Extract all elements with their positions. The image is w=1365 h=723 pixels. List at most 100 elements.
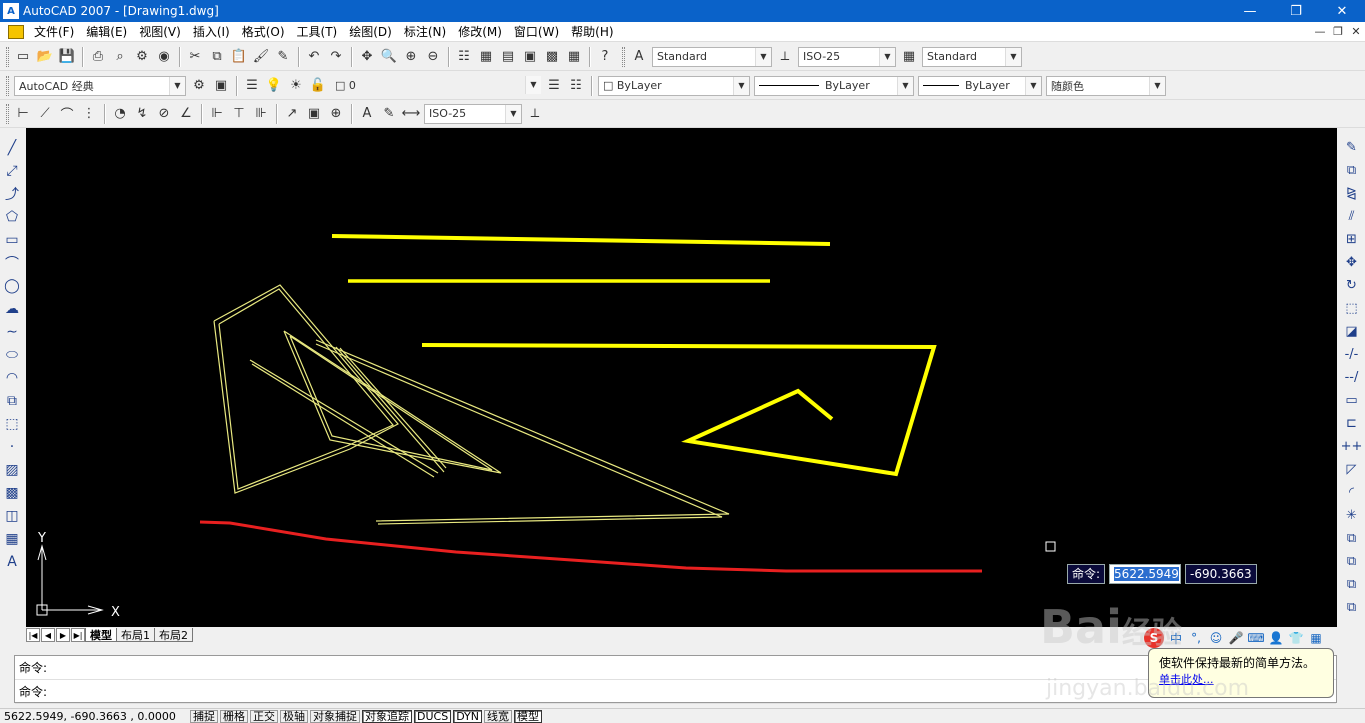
- next-tab-icon[interactable]: ▶: [56, 628, 70, 642]
- ellipse-arc-icon[interactable]: ◠: [2, 367, 22, 388]
- menu-insert[interactable]: 插入(I): [187, 23, 236, 40]
- plot-style-select[interactable]: 随颜色 ▼: [1046, 75, 1166, 96]
- menu-window[interactable]: 窗口(W): [508, 23, 565, 40]
- chevron-down-icon[interactable]: ▼: [879, 47, 895, 66]
- zoom-window-icon[interactable]: ⊕: [401, 47, 421, 67]
- explode-icon[interactable]: ✳: [1342, 505, 1362, 526]
- quick-leader-icon[interactable]: ↗: [282, 104, 302, 124]
- last-tab-icon[interactable]: ▶|: [71, 628, 85, 642]
- cut-icon[interactable]: ✂: [185, 47, 205, 67]
- ime-punctuation-icon[interactable]: °,: [1188, 630, 1204, 646]
- dim-style-select-2[interactable]: ISO-25 ▼: [424, 103, 522, 124]
- publish-icon[interactable]: ⚙: [132, 47, 152, 67]
- draworder-back-icon[interactable]: ⧉: [1342, 551, 1362, 572]
- mline-long-triangle[interactable]: [249, 359, 439, 474]
- radius-dim-icon[interactable]: ◔: [110, 104, 130, 124]
- mline-group[interactable]: [213, 284, 730, 525]
- mline-wedge-b[interactable]: [315, 343, 723, 525]
- dynamic-input-x[interactable]: 5622.5949: [1109, 564, 1182, 584]
- mline-pentagon-inner[interactable]: [218, 288, 394, 490]
- make-block-icon[interactable]: ⬚: [2, 413, 22, 434]
- ime-chinese-icon[interactable]: 中: [1168, 630, 1184, 646]
- print-icon[interactable]: ⎙: [88, 47, 108, 67]
- table-style-icon[interactable]: ▦: [899, 47, 919, 67]
- workspace-settings-icon[interactable]: ⚙: [189, 76, 209, 96]
- chevron-down-icon[interactable]: ▼: [1005, 47, 1021, 66]
- draworder-above-icon[interactable]: ⧉: [1342, 574, 1362, 595]
- yellow-line-1[interactable]: [331, 234, 831, 246]
- offset-icon[interactable]: ⫽: [1342, 206, 1362, 227]
- undo-icon[interactable]: ↶: [304, 47, 324, 67]
- gradient-icon[interactable]: ▩: [2, 482, 22, 503]
- tolerance-icon[interactable]: ▣: [304, 104, 324, 124]
- minimize-icon[interactable]: —: [1227, 0, 1273, 22]
- ime-skin-icon[interactable]: 👕: [1288, 630, 1304, 646]
- toolbar-grip[interactable]: [6, 46, 9, 67]
- copy-object-icon[interactable]: ⧉: [1342, 160, 1362, 181]
- close-icon[interactable]: ✕: [1319, 0, 1365, 22]
- otrack-toggle[interactable]: 对象追踪: [362, 709, 412, 723]
- ime-keyboard-icon[interactable]: ⌨: [1247, 630, 1264, 646]
- save-workspace-icon[interactable]: ▣: [211, 76, 231, 96]
- mirror-icon[interactable]: ⧎: [1342, 183, 1362, 204]
- revision-cloud-icon[interactable]: ☁: [2, 298, 22, 319]
- layer-on-icon[interactable]: 💡: [264, 76, 284, 96]
- baseline-dim-icon[interactable]: ⊤: [229, 104, 249, 124]
- extend-icon[interactable]: --/: [1342, 367, 1362, 388]
- arc-icon[interactable]: ⌒: [2, 252, 22, 273]
- ime-menu-icon[interactable]: ▦: [1308, 630, 1324, 646]
- join-icon[interactable]: ++: [1341, 436, 1363, 457]
- doc-minimize-icon[interactable]: —: [1311, 25, 1329, 38]
- polar-toggle[interactable]: 极轴: [280, 709, 308, 723]
- properties-icon[interactable]: ☷: [454, 47, 474, 67]
- menu-dimension[interactable]: 标注(N): [398, 23, 452, 40]
- grid-toggle[interactable]: 栅格: [220, 709, 248, 723]
- doc-close-icon[interactable]: ✕: [1347, 25, 1365, 38]
- chevron-down-icon[interactable]: ▼: [505, 104, 521, 123]
- center-mark-icon[interactable]: ⊕: [326, 104, 346, 124]
- menu-help[interactable]: 帮助(H): [565, 23, 619, 40]
- layer-freeze-icon[interactable]: ☀: [286, 76, 306, 96]
- workspace-select[interactable]: AutoCAD 经典 ▼: [14, 75, 186, 96]
- chevron-down-icon[interactable]: ▼: [1149, 76, 1165, 95]
- rectangle-icon[interactable]: ▭: [2, 229, 22, 250]
- table-style-select[interactable]: Standard ▼: [922, 46, 1022, 67]
- spline-icon[interactable]: ∼: [2, 321, 22, 342]
- command-window[interactable]: 命令: 命令:: [14, 655, 1337, 704]
- chevron-down-icon[interactable]: ▼: [169, 76, 185, 95]
- line-icon[interactable]: ╱: [2, 137, 22, 158]
- ordinate-dim-icon[interactable]: ⋮: [79, 104, 99, 124]
- diameter-dim-icon[interactable]: ⊘: [154, 104, 174, 124]
- chevron-down-icon[interactable]: ▼: [733, 76, 749, 95]
- table-icon[interactable]: ▦: [2, 528, 22, 549]
- layer-select[interactable]: □ 0 ▼: [331, 75, 541, 96]
- continue-dim-icon[interactable]: ⊪: [251, 104, 271, 124]
- paste-icon[interactable]: 📋: [229, 47, 249, 67]
- circle-icon[interactable]: ◯: [2, 275, 22, 296]
- help-icon[interactable]: ?: [595, 47, 615, 67]
- ime-emoji-icon[interactable]: ☺: [1208, 630, 1224, 646]
- open-icon[interactable]: 📂: [35, 47, 55, 67]
- layer-manager-icon[interactable]: ☰: [242, 76, 262, 96]
- menu-modify[interactable]: 修改(M): [452, 23, 508, 40]
- pan-realtime-icon[interactable]: ✥: [357, 47, 377, 67]
- layer-previous-icon[interactable]: ☷: [566, 76, 586, 96]
- tab-model[interactable]: 模型: [85, 628, 117, 642]
- chevron-down-icon[interactable]: ▼: [897, 76, 913, 95]
- markup-icon[interactable]: ▩: [542, 47, 562, 67]
- toolbar-grip[interactable]: [622, 46, 625, 67]
- text-style-icon[interactable]: A: [629, 47, 649, 67]
- document-icon[interactable]: [8, 24, 24, 39]
- point-icon[interactable]: ·: [2, 436, 22, 457]
- red-spline[interactable]: [199, 520, 982, 573]
- menu-file[interactable]: 文件(F): [28, 23, 80, 40]
- balloon-link[interactable]: 单击此处...: [1159, 673, 1214, 686]
- command-prompt-line[interactable]: 命令:: [15, 680, 1336, 704]
- tab-layout1[interactable]: 布局1: [116, 628, 155, 642]
- zoom-realtime-icon[interactable]: 🔍: [379, 47, 399, 67]
- chevron-down-icon[interactable]: ▼: [525, 75, 541, 94]
- copy-icon[interactable]: ⧉: [207, 47, 227, 67]
- coordinate-readout[interactable]: 5622.5949, -690.3663 , 0.0000: [0, 710, 190, 723]
- multiline-text-icon[interactable]: A: [2, 551, 22, 572]
- calculator-icon[interactable]: ▦: [564, 47, 584, 67]
